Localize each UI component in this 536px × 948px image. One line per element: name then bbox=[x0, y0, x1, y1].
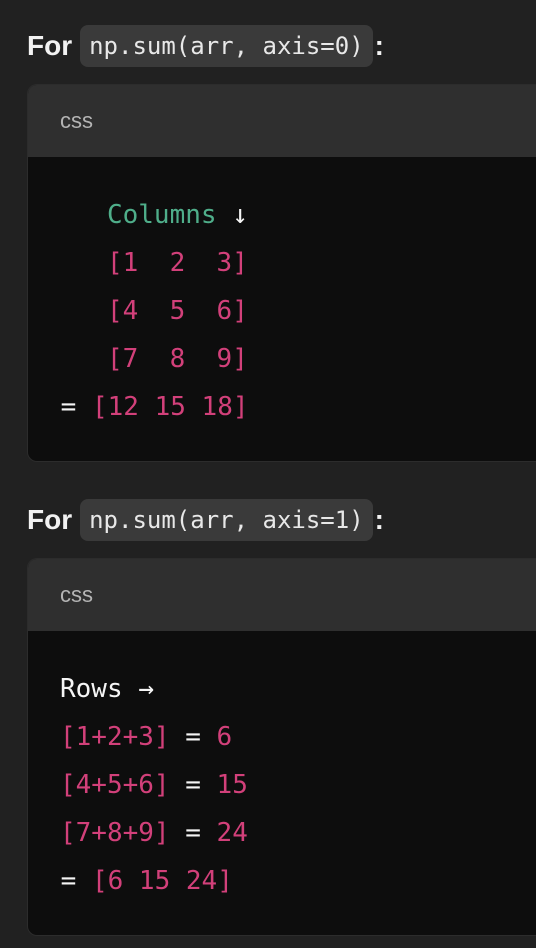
code-token: Columns bbox=[106, 200, 217, 230]
code-line: [7 8 9] bbox=[28, 335, 536, 383]
axis1-section: For np.sum(arr, axis=1) : css Rows → [1+… bbox=[27, 498, 536, 936]
code-token: = bbox=[45, 392, 92, 422]
code-token: = bbox=[169, 770, 217, 800]
code-token: [1 2 3] bbox=[106, 248, 248, 278]
code-line: [7+8+9] = 24 bbox=[28, 809, 536, 857]
code-token: [12 15 18] bbox=[91, 392, 249, 422]
code-token: 6 bbox=[216, 722, 233, 752]
inline-code: np.sum(arr, axis=0) bbox=[80, 25, 373, 67]
code-block-body[interactable]: Columns ↓ [1 2 3] [4 5 6] [7 8 9] = [12 … bbox=[28, 157, 536, 461]
code-language-label: css bbox=[60, 582, 93, 607]
code-block-body[interactable]: Rows → [1+2+3] = 6 [4+5+6] = 15 [7+8+9] … bbox=[28, 631, 536, 935]
code-token: [6 15 24] bbox=[91, 866, 233, 896]
code-language-label: css bbox=[60, 108, 93, 133]
code-block: css Rows → [1+2+3] = 6 [4+5+6] = 15 [7+8… bbox=[27, 558, 536, 936]
heading-text: For bbox=[27, 30, 73, 61]
code-token: [7 8 9] bbox=[106, 344, 248, 374]
heading-colon: : bbox=[374, 30, 384, 61]
code-line: [4 5 6] bbox=[28, 287, 536, 335]
code-token: ↓ bbox=[216, 200, 248, 230]
code-line: = [12 15 18] bbox=[28, 383, 536, 431]
section-heading: For np.sum(arr, axis=1) : bbox=[27, 498, 536, 542]
code-block: css Columns ↓ [1 2 3] [4 5 6] [7 8 9] = … bbox=[27, 84, 536, 462]
code-block-header: css bbox=[28, 85, 536, 157]
code-token: [1+2+3] bbox=[60, 722, 170, 752]
code-line: Rows → bbox=[28, 665, 536, 713]
code-line: [1+2+3] = 6 bbox=[28, 713, 536, 761]
code-token: = bbox=[169, 818, 217, 848]
code-token: [7+8+9] bbox=[60, 818, 170, 848]
code-block-header: css bbox=[28, 559, 536, 631]
inline-code: np.sum(arr, axis=1) bbox=[80, 499, 373, 541]
code-line: [1 2 3] bbox=[28, 239, 536, 287]
code-token: 24 bbox=[216, 818, 248, 848]
code-token: 15 bbox=[216, 770, 248, 800]
code-line: Columns ↓ bbox=[28, 191, 536, 239]
code-token: [4 5 6] bbox=[106, 296, 248, 326]
section-heading: For np.sum(arr, axis=0) : bbox=[27, 24, 536, 68]
axis0-section: For np.sum(arr, axis=0) : css Columns ↓ … bbox=[27, 24, 536, 462]
heading-text: For bbox=[27, 504, 73, 535]
code-token: [4+5+6] bbox=[60, 770, 170, 800]
code-token: = bbox=[45, 866, 92, 896]
code-line: = [6 15 24] bbox=[28, 857, 536, 905]
code-token: = bbox=[169, 722, 217, 752]
heading-colon: : bbox=[374, 504, 384, 535]
code-line: [4+5+6] = 15 bbox=[28, 761, 536, 809]
code-token: Rows → bbox=[60, 674, 154, 704]
